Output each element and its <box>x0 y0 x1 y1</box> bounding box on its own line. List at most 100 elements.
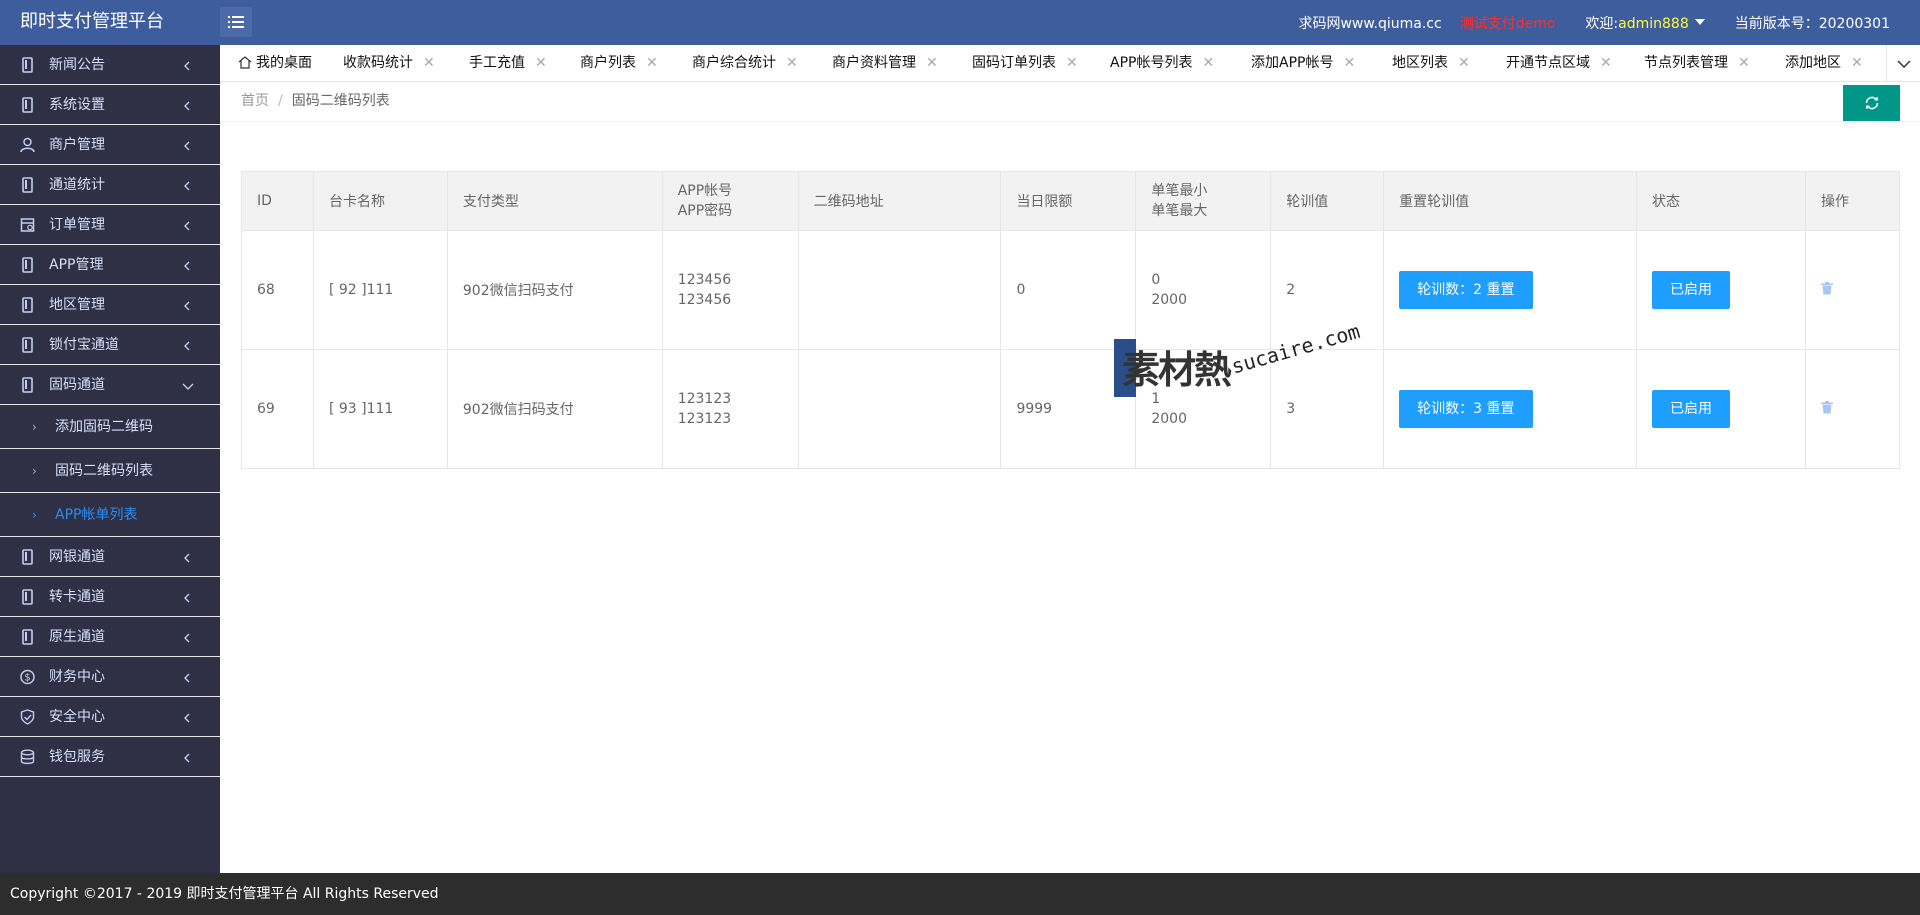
cell-qr-url <box>797 230 1002 350</box>
database-icon <box>20 749 35 765</box>
col-min-label: 单笔最小 <box>1151 183 1208 199</box>
sidebar-item[interactable]: 锁付宝通道 <box>0 325 220 365</box>
close-icon[interactable]: ✕ <box>926 55 938 71</box>
svg-text:$: $ <box>24 673 30 684</box>
close-icon[interactable]: ✕ <box>1202 55 1214 71</box>
tab-bar: 我的桌面 收款码统计 ✕ 手工充值 ✕ 商户列表 ✕ 商户综合统计 ✕ 商户资料管理 ✕ 固码订单列表… <box>220 45 1920 82</box>
home-icon <box>238 47 252 84</box>
cell-actions <box>1804 230 1901 350</box>
watermark-cn: 素材熱 <box>1122 348 1232 392</box>
cell-status: 已启用 <box>1636 230 1806 350</box>
sidebar-item[interactable]: 地区管理 <box>0 285 220 325</box>
tab[interactable]: 手工充值 ✕ <box>469 45 547 82</box>
chevron-left-icon <box>184 101 190 111</box>
sidebar-item[interactable]: 网银通道 <box>0 537 220 577</box>
sidebar-item-label: 财务中心 <box>49 669 105 685</box>
tab[interactable]: 添加APP帐号 ✕ <box>1251 45 1355 82</box>
tab-label: 商户资料管理 <box>832 55 916 71</box>
site-link[interactable]: 求码网www.qiuma.cc <box>1298 13 1441 33</box>
sidebar-item[interactable]: 固码通道 <box>0 365 220 405</box>
trash-icon[interactable] <box>1820 281 1833 299</box>
chevron-left-icon <box>184 713 190 723</box>
close-icon[interactable]: ✕ <box>535 55 547 71</box>
sidebar-item-label: 系统设置 <box>49 97 105 113</box>
close-icon[interactable]: ✕ <box>1458 55 1470 71</box>
breadcrumb-home[interactable]: 首页 <box>241 93 269 109</box>
sidebar-item[interactable]: 通道统计 <box>0 165 220 205</box>
username: admin888 <box>1618 15 1689 32</box>
close-icon[interactable]: ✕ <box>646 55 658 71</box>
tab[interactable]: 添加地区 ✕ <box>1785 45 1863 82</box>
tab[interactable]: 我的桌面 <box>238 45 312 82</box>
sidebar-subitem[interactable]: › 固码二维码列表 <box>0 449 220 493</box>
chevron-left-icon <box>184 753 190 763</box>
tab[interactable]: APP帐号列表 ✕ <box>1110 45 1214 82</box>
reset-rotation-button[interactable]: 轮训数：3 重置 <box>1399 390 1533 428</box>
col-pay-type: 支付类型 <box>446 171 663 231</box>
tab-label: 固码订单列表 <box>972 55 1056 71</box>
sidebar-item[interactable]: 系统设置 <box>0 85 220 125</box>
chevron-left-icon <box>184 221 190 231</box>
footer: Copyright ©2017 - 2019 即时支付管理平台 All Righ… <box>0 873 1920 915</box>
close-icon[interactable]: ✕ <box>423 55 435 71</box>
tab[interactable]: 地区列表 ✕ <box>1392 45 1470 82</box>
status-toggle-button[interactable]: 已启用 <box>1652 390 1731 428</box>
tabs-more-button[interactable] <box>1886 45 1920 82</box>
user-menu[interactable]: 欢迎:admin888 <box>1585 13 1705 33</box>
sidebar-item[interactable]: 安全中心 <box>0 697 220 737</box>
close-icon[interactable]: ✕ <box>1066 55 1078 71</box>
sidebar-item[interactable]: 商户管理 <box>0 125 220 165</box>
status-toggle-button[interactable]: 已启用 <box>1652 271 1731 309</box>
sidebar-item-label: 通道统计 <box>49 177 105 193</box>
top-header: 即时支付管理平台 求码网www.qiuma.cc 测试支付demo 欢迎:adm… <box>0 0 1920 45</box>
sidebar-item-label: 转卡通道 <box>49 589 105 605</box>
close-icon[interactable]: ✕ <box>1851 55 1863 71</box>
chevron-left-icon <box>184 261 190 271</box>
sidebar-item[interactable]: APP管理 <box>0 245 220 285</box>
tab[interactable]: 固码订单列表 ✕ <box>972 45 1078 82</box>
sidebar-item[interactable]: 订单管理 <box>0 205 220 245</box>
sidebar-item-label: 钱包服务 <box>49 749 105 765</box>
tab[interactable]: 节点列表管理 ✕ <box>1644 45 1750 82</box>
sidebar-subitem[interactable]: › 添加固码二维码 <box>0 405 220 449</box>
close-icon[interactable]: ✕ <box>1738 55 1750 71</box>
menu-toggle-button[interactable] <box>220 7 252 37</box>
close-icon[interactable]: ✕ <box>1600 55 1612 71</box>
refresh-button[interactable] <box>1843 85 1900 121</box>
user-icon <box>20 137 35 153</box>
sidebar-item[interactable]: $ 财务中心 <box>0 657 220 697</box>
tab-label: 手工充值 <box>469 55 525 71</box>
cell-pay-type: 902微信扫码支付 <box>446 349 663 469</box>
phone-icon <box>20 549 35 565</box>
cell-single-limit: 0 2000 <box>1135 230 1272 350</box>
tab[interactable]: 商户资料管理 ✕ <box>832 45 938 82</box>
reset-rotation-button[interactable]: 轮训数：2 重置 <box>1399 271 1533 309</box>
tab[interactable]: 商户综合统计 ✕ <box>692 45 798 82</box>
phone-icon <box>20 177 35 193</box>
cell-app-account: 123456 123456 <box>661 230 799 350</box>
test-payment-link[interactable]: 测试支付demo <box>1460 13 1556 33</box>
version-text: 当前版本号：20200301 <box>1734 15 1890 32</box>
sidebar-item[interactable]: 钱包服务 <box>0 737 220 777</box>
tab-label: 商户综合统计 <box>692 55 776 71</box>
sidebar-item[interactable]: 新闻公告 <box>0 45 220 85</box>
phone-icon <box>20 257 35 273</box>
cell-reset: 轮训数：3 重置 <box>1383 349 1638 469</box>
sidebar-item[interactable]: 转卡通道 <box>0 577 220 617</box>
sidebar-subitem[interactable]: › APP帐单列表 <box>0 493 220 537</box>
close-icon[interactable]: ✕ <box>1343 55 1355 71</box>
tab-label: 我的桌面 <box>256 55 312 71</box>
close-icon[interactable]: ✕ <box>786 55 798 71</box>
sidebar-item[interactable]: 原生通道 <box>0 617 220 657</box>
app-title: 即时支付管理平台 <box>20 11 164 32</box>
tab[interactable]: 商户列表 ✕ <box>580 45 658 82</box>
tab[interactable]: 收款码统计 ✕ <box>343 45 435 82</box>
cell-card-name: [ 92 ]111 <box>312 230 448 350</box>
cell-max-value: 2000 <box>1151 411 1187 427</box>
phone-icon <box>20 57 35 73</box>
trash-icon[interactable] <box>1820 400 1833 418</box>
dollar-icon: $ <box>20 669 35 685</box>
cell-reset: 轮训数：2 重置 <box>1383 230 1638 350</box>
table-row: 68[ 92 ]111 902微信扫码支付 123456 123456 0 0 2000 2 轮… <box>241 230 1901 350</box>
tab[interactable]: 开通节点区域 ✕ <box>1506 45 1612 82</box>
